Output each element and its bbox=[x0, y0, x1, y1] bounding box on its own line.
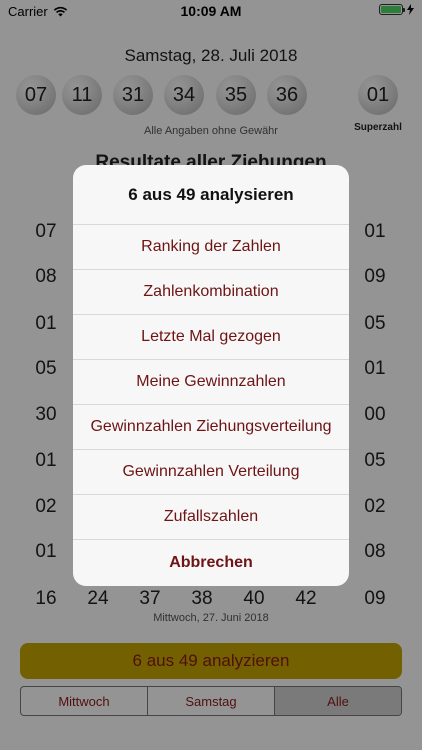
action-gewinnzahlen-ziehungsverteilung[interactable]: Gewinnzahlen Ziehungsverteilung bbox=[73, 405, 349, 450]
action-gewinnzahlen-verteilung[interactable]: Gewinnzahlen Verteilung bbox=[73, 450, 349, 495]
action-meine-gewinnzahlen[interactable]: Meine Gewinnzahlen bbox=[73, 360, 349, 405]
action-letzte-mal-gezogen[interactable]: Letzte Mal gezogen bbox=[73, 315, 349, 360]
action-zufallszahlen[interactable]: Zufallszahlen bbox=[73, 495, 349, 540]
action-sheet-title: 6 aus 49 analysieren bbox=[73, 165, 349, 225]
analyze-action-sheet: 6 aus 49 analysieren Ranking der Zahlen … bbox=[73, 165, 349, 586]
action-zahlenkombination[interactable]: Zahlenkombination bbox=[73, 270, 349, 315]
cancel-button[interactable]: Abbrechen bbox=[73, 540, 349, 585]
action-ranking-der-zahlen[interactable]: Ranking der Zahlen bbox=[73, 225, 349, 270]
